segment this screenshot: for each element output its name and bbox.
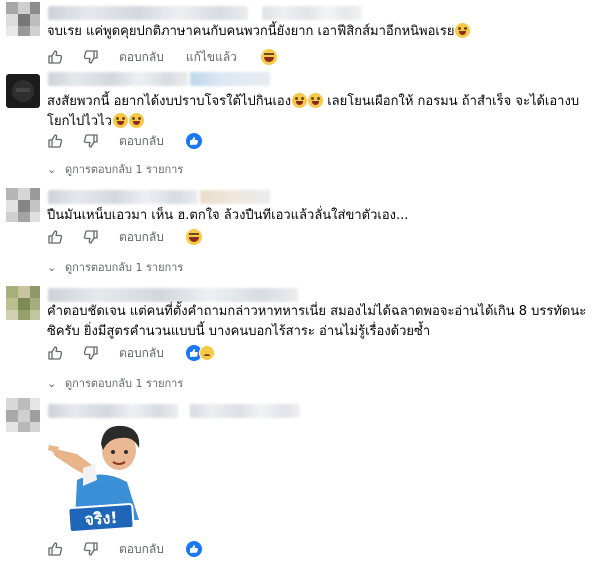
blurred-author-name-2 xyxy=(200,190,270,204)
comment-text: จบเรย แค่พูดคุยปกติภาษาคนกับคนพวกนี้ยังย… xyxy=(47,22,471,42)
edited-label[interactable]: แก้ไขแล้ว xyxy=(186,48,237,67)
comment-actions: ตอบกลับ แก้ไขแล้ว xyxy=(47,48,277,66)
like-reaction-icon[interactable] xyxy=(185,541,202,557)
blurred-author-name[interactable] xyxy=(48,72,188,86)
view-replies-link[interactable]: ⌄ ดูการตอบกลับ 1 รายการ xyxy=(47,160,183,178)
haha-reaction-icon[interactable] xyxy=(260,49,277,65)
avatar[interactable] xyxy=(6,398,40,432)
dislike-icon[interactable] xyxy=(83,345,99,361)
chevron-down-icon: ⌄ xyxy=(47,162,57,176)
like-icon[interactable] xyxy=(47,541,63,557)
dislike-icon[interactable] xyxy=(83,49,99,65)
sticker-caption: จริง! xyxy=(84,508,118,529)
grimace-emoji-icon xyxy=(292,93,308,108)
like-icon[interactable] xyxy=(47,133,63,149)
avatar[interactable] xyxy=(6,74,40,108)
dislike-icon[interactable] xyxy=(83,541,99,557)
reply-button[interactable]: ตอบกลับ xyxy=(119,540,164,559)
comment-actions: ตอบกลับ xyxy=(47,132,202,150)
blurred-author-name-2 xyxy=(190,72,270,86)
blurred-author-name[interactable] xyxy=(48,190,198,204)
avatar[interactable] xyxy=(6,2,40,36)
reply-button[interactable]: ตอบกลับ xyxy=(119,48,164,67)
like-icon[interactable] xyxy=(47,49,63,65)
dislike-icon[interactable] xyxy=(83,133,99,149)
like-icon[interactable] xyxy=(47,229,63,245)
grin-emoji-icon xyxy=(455,23,471,38)
avatar[interactable] xyxy=(6,286,40,320)
grimace-emoji-icon xyxy=(128,113,144,128)
blurred-author-name[interactable] xyxy=(48,288,298,302)
comment-text: คำตอบชัดเจน แต่คนที่ตั้งคำถามกล่าวหาทหาร… xyxy=(47,304,587,339)
haha-reaction-icon[interactable] xyxy=(185,229,202,245)
avatar[interactable] xyxy=(6,188,40,222)
reply-button[interactable]: ตอบกลับ xyxy=(119,344,164,363)
view-replies-link[interactable]: ⌄ ดูการตอบกลับ 1 รายการ xyxy=(47,258,183,276)
comment-text: สงสัยพวกนี้ อยากได้งบปราบโจรใต้ไปกินเอง … xyxy=(47,93,580,129)
view-replies-link[interactable]: ⌄ ดูการตอบกลับ 1 รายการ xyxy=(47,374,183,392)
grimace-emoji-icon xyxy=(308,93,324,108)
chevron-down-icon: ⌄ xyxy=(47,376,57,390)
blurred-author-name[interactable] xyxy=(48,6,248,20)
reply-button[interactable]: ตอบกลับ xyxy=(119,132,164,151)
blurred-author-name[interactable] xyxy=(48,404,178,418)
comment-actions: ตอบกลับ xyxy=(47,540,202,558)
comment-actions: ตอบกลับ xyxy=(47,344,215,362)
comment-actions: ตอบกลับ xyxy=(47,228,202,246)
reply-button[interactable]: ตอบกลับ xyxy=(119,228,164,247)
comment-text: ปืนมันเหน็บเอวมา เห็น ฮ.ตกใจ ล้วงปืนทีเอ… xyxy=(47,208,409,223)
blurred-author-name-2 xyxy=(190,404,300,418)
dislike-icon[interactable] xyxy=(83,229,99,245)
blurred-author-name-2 xyxy=(262,6,362,20)
grimace-emoji-icon xyxy=(112,113,128,128)
like-icon[interactable] xyxy=(47,345,63,361)
like-reaction-icon[interactable] xyxy=(185,133,202,149)
chevron-down-icon: ⌄ xyxy=(47,260,57,274)
sad-reaction-icon[interactable] xyxy=(198,345,215,361)
sticker-image[interactable]: จริง! xyxy=(47,420,157,535)
